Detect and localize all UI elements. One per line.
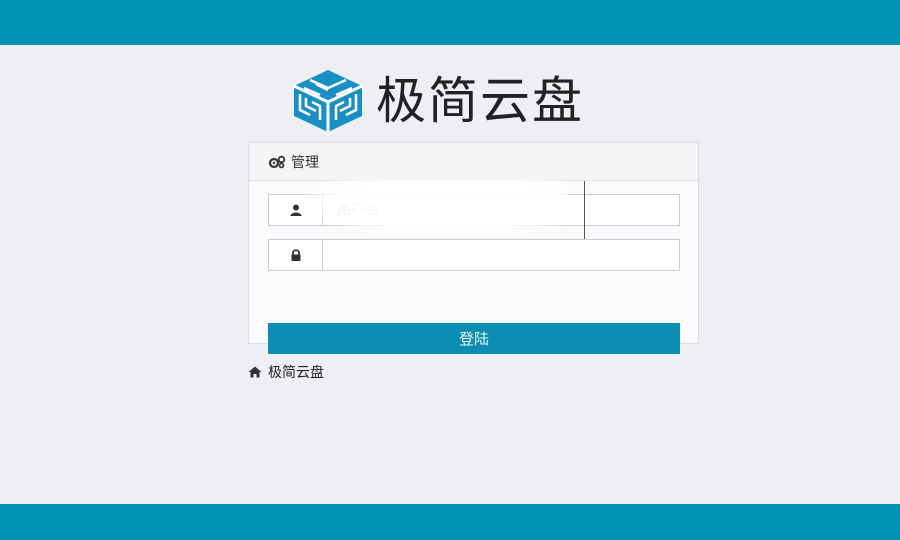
brand-name: 极简云盘 xyxy=(376,72,584,130)
login-button[interactable]: 登陆 xyxy=(268,323,680,354)
password-input[interactable] xyxy=(323,240,679,270)
username-group xyxy=(268,194,680,226)
username-input[interactable] xyxy=(323,195,679,225)
password-addon xyxy=(269,240,323,270)
user-icon xyxy=(290,204,301,216)
brand-logo: 极简云盘 xyxy=(290,66,584,136)
panel-header: 管理 xyxy=(249,143,698,181)
login-panel: 管理 登陆 xyxy=(248,142,699,354)
gears-icon xyxy=(268,155,286,168)
username-addon xyxy=(269,195,323,225)
home-link[interactable]: 极简云盘 xyxy=(248,362,324,382)
panel-body: 登陆 xyxy=(249,180,698,354)
bottom-bar xyxy=(0,504,900,540)
home-link-label: 极简云盘 xyxy=(268,365,324,381)
lock-icon xyxy=(291,249,300,261)
password-group xyxy=(268,239,680,271)
cube-maze-icon xyxy=(293,70,363,132)
text-cursor xyxy=(584,181,585,239)
top-bar xyxy=(0,0,900,45)
panel-title: 管理 xyxy=(291,154,319,171)
home-icon xyxy=(248,366,262,378)
